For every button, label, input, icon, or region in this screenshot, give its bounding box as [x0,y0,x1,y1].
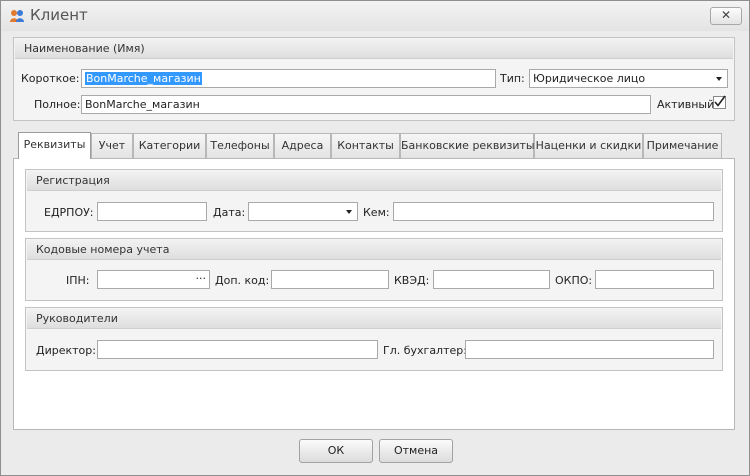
kem-input[interactable] [393,202,714,221]
more-icon[interactable]: ··· [196,271,207,286]
name-group-title: Наименование (Имя) [15,39,733,59]
active-checkbox[interactable] [713,95,726,109]
full-name-label: Полное: [34,98,81,111]
dop-code-input[interactable] [271,270,389,289]
checkmark-icon [714,95,726,107]
type-label: Тип: [500,72,525,85]
director-label: Директор: [36,344,96,357]
client-dialog: Клиент ✕ Наименование (Имя) Короткое: Bo… [0,0,750,476]
tab-label: Контакты [337,139,394,152]
kved-label: КВЭД: [394,274,430,287]
title-bar[interactable]: Клиент ✕ [1,1,749,31]
tab-categories[interactable]: Категории [133,133,206,158]
accountant-input[interactable] [465,340,714,359]
tab-contacts[interactable]: Контакты [331,133,400,158]
close-button[interactable]: ✕ [710,7,742,25]
close-icon: ✕ [720,8,732,22]
type-select[interactable]: Юридическое лицо [529,69,728,88]
edrpou-label: ЕДРПОУ: [44,206,94,219]
director-input[interactable] [97,340,378,359]
edrpou-input[interactable] [97,202,207,221]
cancel-button-label: Отмена [393,444,439,457]
short-name-label: Короткое: [21,72,80,85]
dop-code-label: Доп. код: [215,274,270,287]
tab-accounting[interactable]: Учет [91,133,133,158]
tab-bank-details[interactable]: Банковские реквизиты [400,133,535,158]
registration-group-title: Регистрация [27,171,721,191]
inn-label: ІПН: [66,274,90,287]
tab-label: Банковские реквизиты [401,139,535,152]
chevron-down-icon [346,210,352,214]
managers-group: Руководители Директор: Гл. бухгалтер: [25,307,723,371]
tab-notes[interactable]: Примечание [643,133,722,158]
date-picker[interactable] [248,202,358,221]
tab-content-requisites: Регистрация ЕДРПОУ: Дата: Кем: Кодовые н… [13,158,735,430]
chevron-down-icon [716,77,722,81]
cancel-button[interactable]: Отмена [379,439,453,463]
app-icon [10,10,24,22]
kved-input[interactable] [433,270,550,289]
inn-input[interactable]: ··· [97,270,210,289]
managers-group-title: Руководители [27,309,721,329]
short-name-value: BonMarche_магазин [85,72,202,85]
ok-button-label: ОК [327,444,345,457]
tab-requisites[interactable]: Реквизиты [18,132,91,159]
tab-label: Реквизиты [23,138,86,151]
codes-group-title: Кодовые номера учета [27,240,721,260]
codes-group: Кодовые номера учета ІПН: ··· Доп. код: … [25,238,723,301]
active-label: Активный [657,98,715,111]
accountant-label: Гл. бухгалтер: [383,344,467,357]
name-group: Наименование (Имя) Короткое: BonMarche_м… [13,37,735,121]
tab-label: Адреса [281,139,324,152]
tab-label: Учет [98,139,126,152]
window-title: Клиент [30,6,88,24]
full-name-input[interactable]: BonMarche_магазин [81,95,651,114]
registration-group: Регистрация ЕДРПОУ: Дата: Кем: [25,169,723,232]
tab-label: Категории [138,139,201,152]
tab-addresses[interactable]: Адреса [274,133,331,158]
ok-button[interactable]: ОК [299,439,373,463]
tab-label: Наценки и скидки [535,139,642,152]
tab-label: Примечание [646,139,719,152]
okpo-label: ОКПО: [555,274,593,287]
tab-phones[interactable]: Телефоны [206,133,274,158]
short-name-input[interactable]: BonMarche_магазин [81,69,496,88]
okpo-input[interactable] [595,270,714,289]
tab-markups[interactable]: Наценки и скидки [534,133,643,158]
date-label: Дата: [213,206,246,219]
kem-label: Кем: [363,206,390,219]
tab-label: Телефоны [210,139,270,152]
full-name-value: BonMarche_магазин [85,98,200,111]
type-select-value: Юридическое лицо [533,72,646,85]
